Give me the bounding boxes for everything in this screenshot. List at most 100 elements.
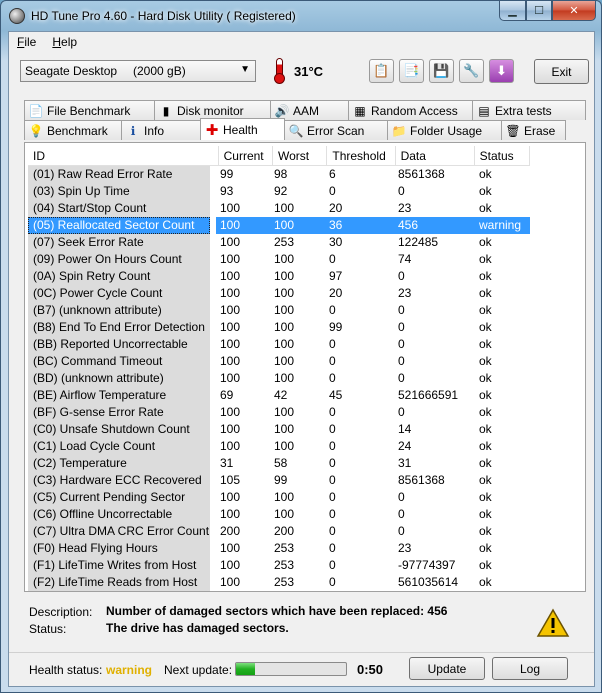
thermometer-icon (271, 58, 287, 84)
table-row[interactable]: (01) Raw Read Error Rate 99 98 6 8561368 ok (28, 166, 530, 183)
trash-icon: 🗑 (505, 123, 521, 138)
app-window: HD Tune Pro 4.60 - Hard Disk Utility ( R… (0, 0, 602, 693)
table-row[interactable]: (C2) Temperature 31 58 0 31 ok (28, 455, 530, 472)
menu-file-rest: ile (24, 35, 37, 49)
tab-label: Benchmark (47, 123, 108, 138)
cell-id: (F1) LifeTime Writes from Host (28, 557, 211, 574)
cell-threshold: 0 (329, 507, 336, 521)
table-row[interactable]: (F2) LifeTime Reads from Host 100 253 0 5610… (28, 574, 530, 591)
file-benchmark-icon: 📄 (28, 103, 44, 118)
table-row[interactable]: (C7) Ultra DMA CRC Error Count 200 200 0 0 ok (28, 523, 530, 540)
cell-id: (B7) (unknown attribute) (28, 302, 211, 319)
tab-label: Error Scan (307, 123, 365, 138)
table-row[interactable]: (C0) Unsafe Shutdown Count 100 100 0 14 ok (28, 421, 530, 438)
magnifier-icon: 🔍 (288, 123, 304, 138)
table-row[interactable]: (C5) Current Pending Sector 100 100 0 0 ok (28, 489, 530, 506)
header-current[interactable]: Current (219, 146, 273, 165)
header-id[interactable]: ID (28, 146, 219, 165)
table-row[interactable]: (B8) End To End Error Detection 100 100 99 0… (28, 319, 530, 336)
tab-extra-tests[interactable]: ▤ Extra tests (472, 100, 586, 120)
next-update-label: Next update: (164, 663, 233, 677)
header-status[interactable]: Status (475, 146, 530, 165)
tab-aam[interactable]: 🔊 AAM (270, 100, 349, 120)
tab-random-access[interactable]: ▦ Random Access (348, 100, 473, 120)
title-bar[interactable]: HD Tune Pro 4.60 - Hard Disk Utility ( R… (1, 1, 601, 31)
cell-status: ok (479, 201, 492, 215)
tab-error-scan[interactable]: 🔍 Error Scan (284, 120, 388, 140)
cell-threshold: 0 (329, 456, 336, 470)
progress-fill (236, 663, 255, 675)
table-row[interactable]: (C6) Offline Uncorrectable 100 100 0 0 ok (28, 506, 530, 523)
cell-current: 100 (220, 422, 241, 436)
menu-help[interactable]: Help (44, 35, 85, 49)
tab-info[interactable]: ℹ Info (121, 120, 201, 140)
table-row[interactable]: (07) Seek Error Rate 100 253 30 122485 ok (28, 234, 530, 251)
window-title: HD Tune Pro 4.60 - Hard Disk Utility ( R… (31, 9, 296, 23)
clipboard-icon: 📑 (403, 63, 420, 78)
log-button[interactable]: Log (492, 657, 568, 680)
cell-threshold: 6 (329, 167, 336, 181)
cell-status: ok (479, 320, 492, 334)
tab-file-benchmark[interactable]: 📄 File Benchmark (24, 100, 155, 120)
tab-health[interactable]: ✚ Health (200, 118, 285, 140)
options-button[interactable]: 🔧 (459, 59, 484, 83)
table-row[interactable]: (C3) Hardware ECC Recovered 105 99 0 8561368… (28, 472, 530, 489)
table-row[interactable]: (03) Spin Up Time 93 92 0 0 ok (28, 183, 530, 200)
tab-disk-monitor[interactable]: ▮ Disk monitor (154, 100, 271, 120)
cell-id: (05) Reallocated Sector Count (28, 217, 211, 234)
cell-current: 99 (220, 167, 234, 181)
table-row[interactable]: (F0) Head Flying Hours 100 253 0 23 ok (28, 540, 530, 557)
close-button[interactable]: ✕ (552, 1, 596, 21)
table-row[interactable]: (BE) Airflow Temperature 69 42 45 521666591 o… (28, 387, 530, 404)
cell-worst: 99 (274, 473, 288, 487)
table-row[interactable]: (BF) G-sense Error Rate 100 100 0 0 ok (28, 404, 530, 421)
header-data[interactable]: Data (396, 146, 475, 165)
cell-worst: 100 (274, 490, 295, 504)
cell-status: ok (479, 167, 492, 181)
cell-data: 24 (398, 439, 412, 453)
table-row[interactable]: (BC) Command Timeout 100 100 0 0 ok (28, 353, 530, 370)
update-button[interactable]: Update (409, 657, 485, 680)
header-worst[interactable]: Worst (273, 146, 328, 165)
cell-data: 0 (398, 524, 405, 538)
table-row[interactable]: (BD) (unknown attribute) 100 100 0 0 ok (28, 370, 530, 387)
drive-select[interactable]: Seagate Desktop (2000 gB) ▼ (20, 60, 256, 82)
lightbulb-icon: 💡 (28, 123, 44, 138)
cell-current: 69 (220, 388, 234, 402)
cell-data: 8561368 (398, 473, 445, 487)
save-button[interactable]: 💾 (429, 59, 454, 83)
cell-threshold: 0 (329, 524, 336, 538)
cell-current: 100 (220, 354, 241, 368)
table-row[interactable]: (B7) (unknown attribute) 100 100 0 0 ok (28, 302, 530, 319)
cell-worst: 100 (274, 269, 295, 283)
exit-button[interactable]: Exit (534, 59, 589, 84)
cell-threshold: 0 (329, 252, 336, 266)
chevron-down-icon: ▼ (240, 64, 250, 75)
copy-text-button[interactable]: 📋 (369, 59, 394, 83)
floppy-disk-icon: 💾 (433, 63, 450, 78)
header-threshold[interactable]: Threshold (327, 146, 396, 165)
cell-current: 100 (220, 371, 241, 385)
menu-file[interactable]: File (9, 35, 44, 49)
cell-id: (C6) Offline Uncorrectable (28, 506, 211, 523)
maximize-button[interactable]: ☐ (526, 1, 552, 21)
tab-erase[interactable]: 🗑 Erase (501, 120, 566, 140)
table-row[interactable]: (0A) Spin Retry Count 100 100 97 0 ok (28, 268, 530, 285)
cell-worst: 253 (274, 558, 295, 572)
table-row[interactable]: (05) Reallocated Sector Count 100 100 36 456… (28, 217, 530, 234)
table-row[interactable]: (BB) Reported Uncorrectable Errors 100 100… (28, 336, 530, 368)
cell-worst: 100 (274, 286, 295, 300)
status-label: Status: (29, 622, 67, 636)
table-row[interactable]: (F1) LifeTime Writes from Host 100 253 0 -97… (28, 557, 530, 574)
cell-worst: 253 (274, 541, 295, 555)
table-row[interactable]: (04) Start/Stop Count 100 100 20 23 ok (28, 200, 530, 217)
table-row[interactable]: (0C) Power Cycle Count 100 100 20 23 ok (28, 285, 530, 302)
tab-folder-usage[interactable]: 📁 Folder Usage (387, 120, 502, 140)
down-button[interactable]: ⬇ (489, 59, 514, 83)
minimize-button[interactable]: ▁ (499, 1, 526, 21)
table-row[interactable]: (C1) Load Cycle Count 100 100 0 24 ok (28, 438, 530, 455)
tab-benchmark[interactable]: 💡 Benchmark (24, 120, 122, 140)
table-row[interactable]: (09) Power On Hours Count 100 100 0 74 ok (28, 251, 530, 268)
cell-data: 122485 (398, 235, 439, 249)
copy-screenshot-button[interactable]: 📑 (399, 59, 424, 83)
